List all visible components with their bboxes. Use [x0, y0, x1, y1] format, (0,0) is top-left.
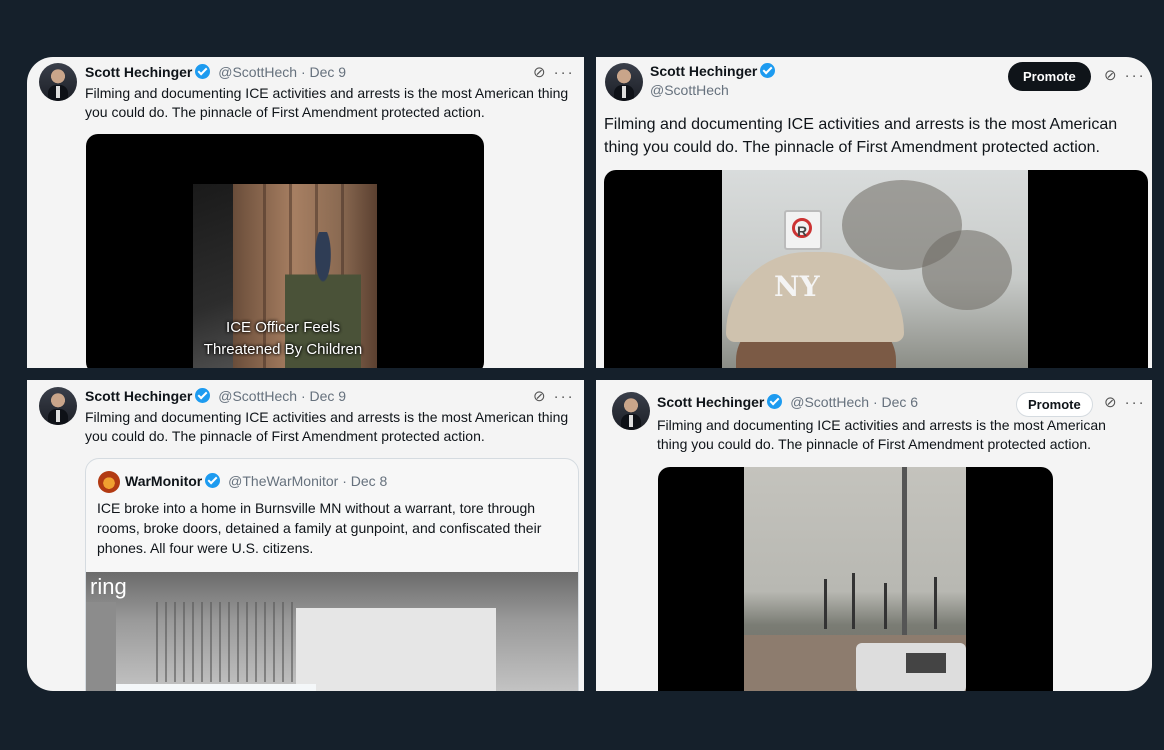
avatar[interactable] [39, 63, 77, 101]
video-frame [744, 467, 966, 691]
tweet-text: Filming and documenting ICE activities a… [85, 409, 569, 444]
author-name[interactable]: Scott Hechinger [85, 64, 192, 80]
tweet-date[interactable]: · Dec 9 [301, 388, 346, 404]
grok-icon[interactable]: ⊘ [1104, 393, 1119, 411]
verified-badge-icon [760, 63, 776, 78]
no-parking-sign: R [784, 210, 822, 250]
tweet-text: Filming and documenting ICE activities a… [604, 116, 1118, 156]
verified-badge-icon [767, 394, 783, 409]
grok-icon[interactable]: ⊘ [533, 63, 548, 81]
author-handle[interactable]: @ScottHech [218, 388, 297, 404]
more-icon[interactable]: ··· [1125, 394, 1146, 411]
author-name[interactable]: Scott Hechinger [657, 394, 764, 410]
video-media[interactable] [658, 467, 1053, 691]
tweet-actions: ⊘ ··· [1098, 393, 1146, 411]
avatar[interactable] [612, 392, 650, 430]
quoted-avatar[interactable] [98, 471, 120, 493]
grok-icon[interactable]: ⊘ [1104, 66, 1119, 84]
verified-badge-icon [195, 388, 211, 403]
author-name[interactable]: Scott Hechinger [650, 63, 757, 79]
ring-video-media[interactable]: ring [86, 572, 578, 691]
ring-logo: ring [90, 574, 127, 599]
promote-button[interactable]: Promote [1008, 62, 1091, 91]
tweet-date[interactable]: · Dec 6 [873, 394, 918, 410]
cap-logo: NY [774, 270, 820, 303]
tweet-date[interactable]: · Dec 9 [301, 64, 346, 80]
author-handle[interactable]: @ScottHech [790, 394, 869, 410]
tweet-header: Scott Hechinger @ScottHech · Dec 9 [85, 388, 346, 404]
quoted-author-name[interactable]: WarMonitor [125, 473, 202, 489]
avatar[interactable] [605, 63, 643, 101]
quoted-date[interactable]: · Dec 8 [342, 473, 387, 489]
screenshot-collage: Scott Hechinger @ScottHech · Dec 9 ⊘ ··· … [27, 57, 1152, 691]
video-caption: ICE Officer Feels Threatened By Children [203, 319, 363, 358]
tweet-panel-1: Scott Hechinger @ScottHech · Dec 9 ⊘ ··· … [27, 57, 584, 368]
tweet-header: Scott Hechinger @ScottHech · Dec 9 [85, 64, 346, 80]
video-media[interactable]: R NY [604, 170, 1148, 368]
quoted-author-handle[interactable]: @TheWarMonitor [228, 473, 338, 489]
promote-button[interactable]: Promote [1016, 392, 1093, 417]
quoted-tweet[interactable]: WarMonitor @TheWarMonitor · Dec 8 ICE br… [85, 458, 579, 691]
author-name[interactable]: Scott Hechinger [85, 388, 192, 404]
grok-icon[interactable]: ⊘ [533, 387, 548, 405]
tweet-header: Scott Hechinger @ScottHech · Dec 6 [657, 394, 918, 410]
avatar[interactable] [39, 387, 77, 425]
tweet-panel-2: Scott Hechinger @ScottHech Promote ⊘ ··· … [596, 57, 1152, 368]
author-handle[interactable]: @ScottHech [650, 82, 729, 98]
tweet-text: Filming and documenting ICE activities a… [657, 417, 1106, 452]
more-icon[interactable]: ··· [554, 64, 575, 81]
tweet-actions: ⊘ ··· [527, 63, 575, 81]
verified-badge-icon [195, 64, 211, 79]
tweet-text: Filming and documenting ICE activities a… [85, 85, 569, 120]
quoted-text: ICE broke into a home in Burnsville MN w… [97, 500, 542, 556]
tweet-actions: ⊘ ··· [1098, 66, 1146, 84]
tweet-header: Scott Hechinger [650, 63, 779, 79]
more-icon[interactable]: ··· [1125, 67, 1146, 84]
tweet-actions: ⊘ ··· [527, 387, 575, 405]
video-frame: R NY [722, 170, 1028, 368]
quoted-header: WarMonitor @TheWarMonitor · Dec 8 [125, 473, 387, 489]
author-handle[interactable]: @ScottHech [218, 64, 297, 80]
tweet-panel-4: Scott Hechinger @ScottHech · Dec 6 Promo… [596, 380, 1152, 691]
verified-badge-icon [205, 473, 221, 488]
more-icon[interactable]: ··· [554, 388, 575, 405]
tweet-panel-3: Scott Hechinger @ScottHech · Dec 9 ⊘ ··· … [27, 380, 584, 691]
video-media[interactable]: ICE Officer Feels Threatened By Children [86, 134, 484, 368]
